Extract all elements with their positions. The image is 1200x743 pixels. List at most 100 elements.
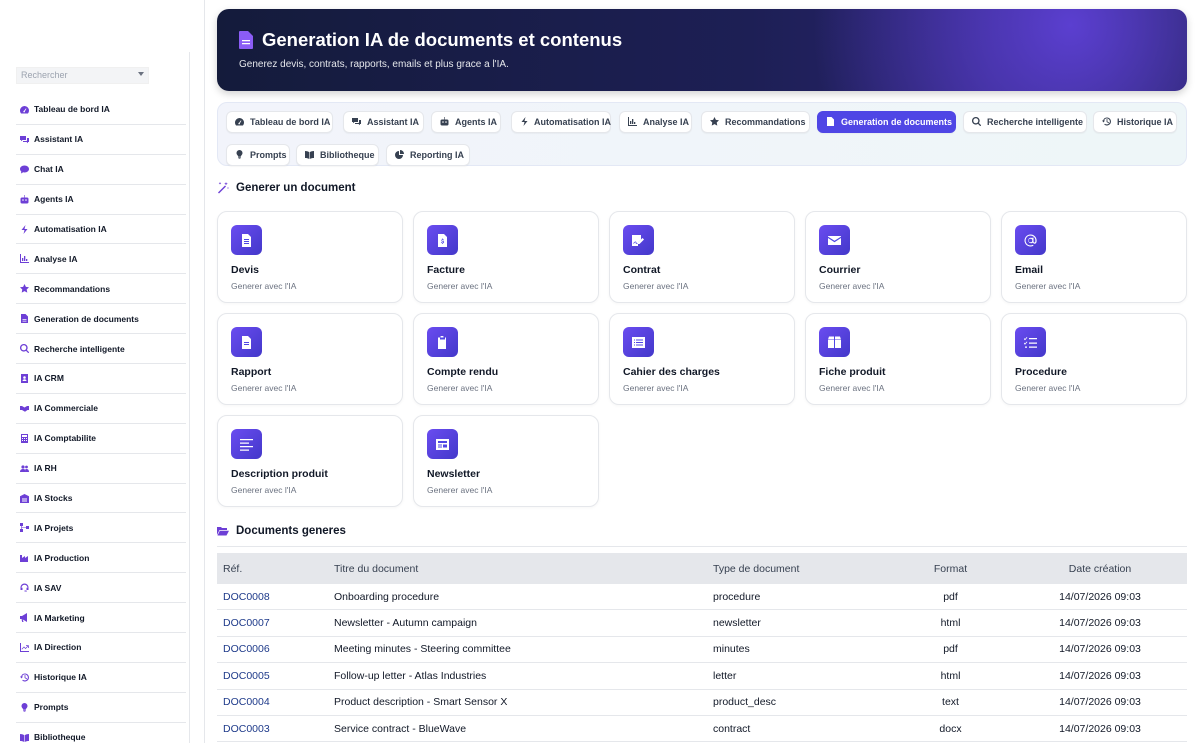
doc-type: letter bbox=[713, 669, 737, 682]
sidebar-item-analyse-ia[interactable]: Analyse IA bbox=[16, 244, 186, 275]
tab-label: Recommandations bbox=[725, 117, 806, 127]
sidebar-item-ia-stocks[interactable]: IA Stocks bbox=[16, 484, 186, 514]
card-title: Newsletter bbox=[427, 468, 481, 480]
book-icon bbox=[19, 732, 29, 742]
sidebar-item-assistant-ia[interactable]: Assistant IA bbox=[16, 125, 186, 155]
table-header: Réf. Titre du document Type de document … bbox=[217, 553, 1187, 584]
tab-reporting-ia[interactable]: Reporting IA bbox=[386, 144, 470, 166]
sidebar-item-agents-ia[interactable]: Agents IA bbox=[16, 185, 186, 215]
bolt-icon bbox=[19, 224, 29, 234]
tab-recommandations[interactable]: Recommandations bbox=[701, 111, 810, 133]
tab-generation-de-documents[interactable]: Generation de documents bbox=[817, 111, 956, 133]
sidebar-item-label: IA Direction bbox=[34, 642, 82, 653]
sidebar-item-tableau-de-bord-ia[interactable]: Tableau de bord IA bbox=[16, 95, 186, 125]
tab-label: Bibliotheque bbox=[320, 150, 375, 160]
doc-title: Meeting minutes - Steering committee bbox=[334, 643, 511, 656]
sidebar-item-ia-marketing[interactable]: IA Marketing bbox=[16, 603, 186, 634]
project-tree-icon bbox=[19, 523, 29, 533]
generate-section-title-text: Generer un document bbox=[236, 182, 356, 194]
newspaper-icon bbox=[427, 429, 458, 459]
tab-automatisation-ia[interactable]: Automatisation IA bbox=[511, 111, 611, 133]
sidebar-item-historique-ia[interactable]: Historique IA bbox=[16, 663, 186, 693]
card-subtitle: Generer avec l'IA bbox=[231, 485, 297, 495]
table-row[interactable]: DOC0006 Meeting minutes - Steering commit… bbox=[217, 637, 1187, 664]
doc-card-fiche-produit[interactable]: Fiche produit Generer avec l'IA bbox=[805, 313, 991, 405]
column-header-ref[interactable]: Réf. bbox=[217, 563, 334, 575]
card-title: Compte rendu bbox=[427, 366, 499, 378]
column-header-type[interactable]: Type de document bbox=[713, 563, 888, 575]
sidebar-item-label: IA Comptabilite bbox=[34, 433, 97, 444]
sidebar-item-generation-de-documents[interactable]: Generation de documents bbox=[16, 304, 186, 335]
sidebar-item-ia-sav[interactable]: IA SAV bbox=[16, 573, 186, 604]
chart-icon bbox=[19, 254, 29, 264]
sidebar-search-select[interactable]: Rechercher bbox=[16, 67, 149, 84]
star-icon bbox=[710, 117, 720, 127]
tab-historique-ia[interactable]: Historique IA bbox=[1093, 111, 1177, 133]
sidebar-item-prompts[interactable]: Prompts bbox=[16, 693, 186, 723]
column-header-title[interactable]: Titre du document bbox=[334, 563, 713, 575]
hero-banner: Generation IA de documents et contenus G… bbox=[217, 9, 1187, 91]
card-subtitle: Generer avec l'IA bbox=[623, 383, 689, 393]
doc-card-description-produit[interactable]: Description produit Generer avec l'IA bbox=[217, 415, 403, 507]
doc-ref-link[interactable]: DOC0004 bbox=[217, 696, 334, 708]
tab-tableau-de-bord-ia[interactable]: Tableau de bord IA bbox=[226, 111, 333, 133]
handshake-icon bbox=[19, 403, 29, 413]
doc-card-facture[interactable]: Facture Generer avec l'IA bbox=[413, 211, 599, 303]
tab-prompts[interactable]: Prompts bbox=[226, 144, 290, 166]
sidebar-item-label: IA Projets bbox=[34, 522, 74, 533]
sidebar-item-ia-direction[interactable]: IA Direction bbox=[16, 633, 186, 663]
doc-ref-link[interactable]: DOC0007 bbox=[217, 617, 334, 629]
sidebar-item-label: IA Commerciale bbox=[34, 403, 98, 414]
doc-title: Service contract - BlueWave bbox=[334, 722, 467, 735]
column-header-date[interactable]: Date création bbox=[1013, 563, 1187, 575]
doc-ref-link[interactable]: DOC0005 bbox=[217, 670, 334, 682]
history-icon bbox=[1102, 117, 1112, 127]
tab-analyse-ia[interactable]: Analyse IA bbox=[619, 111, 692, 133]
section-divider bbox=[217, 546, 1187, 547]
table-row[interactable]: DOC0007 Newsletter - Autumn campaign newsl… bbox=[217, 610, 1187, 637]
sidebar-item-bibliotheque[interactable]: Bibliotheque bbox=[16, 723, 186, 743]
doc-ref-link[interactable]: DOC0003 bbox=[217, 723, 334, 735]
doc-card-rapport[interactable]: Rapport Generer avec l'IA bbox=[217, 313, 403, 405]
sidebar-item-ia-comptabilite[interactable]: IA Comptabilite bbox=[16, 424, 186, 454]
folder-open-icon bbox=[217, 525, 230, 537]
table-row[interactable]: DOC0004 Product description - Smart Senso… bbox=[217, 690, 1187, 716]
book-icon bbox=[305, 150, 315, 160]
doc-card-contrat[interactable]: Contrat Generer avec l'IA bbox=[609, 211, 795, 303]
sidebar-item-recherche-intelligente[interactable]: Recherche intelligente bbox=[16, 334, 186, 365]
sidebar-item-automatisation-ia[interactable]: Automatisation IA bbox=[16, 215, 186, 245]
doc-card-cahier-des-charges[interactable]: Cahier des charges Generer avec l'IA bbox=[609, 313, 795, 405]
sidebar-item-ia-rh[interactable]: IA RH bbox=[16, 454, 186, 484]
box-icon bbox=[819, 327, 850, 357]
doc-title: Newsletter - Autumn campaign bbox=[334, 617, 477, 630]
doc-ref-link[interactable]: DOC0006 bbox=[217, 643, 334, 655]
table-row[interactable]: DOC0008 Onboarding procedure procedure pdf 1… bbox=[217, 584, 1187, 611]
column-header-format[interactable]: Format bbox=[888, 563, 1013, 575]
tab-agents-ia[interactable]: Agents IA bbox=[431, 111, 501, 133]
page-subtitle: Generez devis, contrats, rapports, email… bbox=[239, 59, 509, 70]
bolt-icon bbox=[520, 117, 529, 127]
tab-recherche-intelligente[interactable]: Recherche intelligente bbox=[963, 111, 1087, 133]
sidebar-item-ia-crm[interactable]: IA CRM bbox=[16, 364, 186, 394]
robot-icon bbox=[440, 117, 450, 127]
chevron-down-icon bbox=[138, 72, 144, 76]
sidebar-item-chat-ia[interactable]: Chat IA bbox=[16, 155, 186, 185]
doc-card-courrier[interactable]: Courrier Generer avec l'IA bbox=[805, 211, 991, 303]
table-row[interactable]: DOC0005 Follow-up letter - Atlas Industri… bbox=[217, 663, 1187, 690]
sidebar-item-recommandations[interactable]: Recommandations bbox=[16, 274, 186, 305]
doc-card-procedure[interactable]: Procedure Generer avec l'IA bbox=[1001, 313, 1187, 405]
sidebar-item-ia-production[interactable]: IA Production bbox=[16, 543, 186, 574]
sidebar-item-ia-commerciale[interactable]: IA Commerciale bbox=[16, 394, 186, 424]
doc-card-email[interactable]: Email Generer avec l'IA bbox=[1001, 211, 1187, 303]
doc-format: html bbox=[940, 669, 961, 682]
doc-card-newsletter[interactable]: Newsletter Generer avec l'IA bbox=[413, 415, 599, 507]
sidebar-item-ia-projets[interactable]: IA Projets bbox=[16, 513, 186, 544]
doc-ref-link[interactable]: DOC0008 bbox=[217, 591, 334, 603]
tab-assistant-ia[interactable]: Assistant IA bbox=[343, 111, 424, 133]
text-lines-icon bbox=[231, 429, 262, 459]
table-row[interactable]: DOC0003 Service contract - BlueWave contra… bbox=[217, 716, 1187, 743]
doc-card-devis[interactable]: Devis Generer avec l'IA bbox=[217, 211, 403, 303]
doc-card-compte-rendu[interactable]: Compte rendu Generer avec l'IA bbox=[413, 313, 599, 405]
card-title: Devis bbox=[231, 264, 260, 276]
tab-bibliotheque[interactable]: Bibliotheque bbox=[296, 144, 379, 166]
